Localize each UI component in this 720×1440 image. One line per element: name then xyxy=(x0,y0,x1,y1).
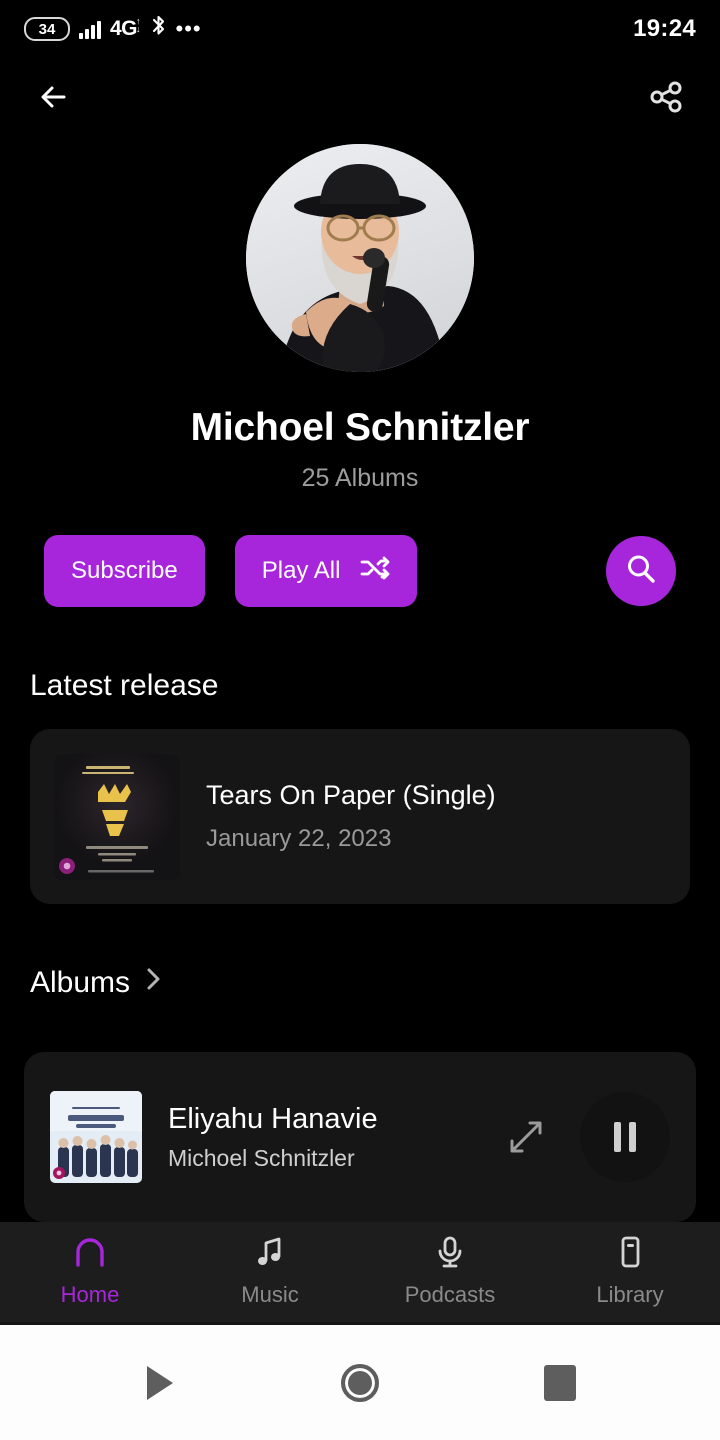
search-icon xyxy=(624,552,658,591)
signal-bars-icon xyxy=(79,19,101,39)
nav-item-podcasts[interactable]: Podcasts xyxy=(360,1236,540,1308)
nav-label-home: Home xyxy=(60,1282,120,1307)
search-button[interactable] xyxy=(606,536,676,606)
latest-release-heading: Latest release xyxy=(0,669,720,703)
nav-label-music: Music xyxy=(241,1282,299,1307)
subscribe-button[interactable]: Subscribe xyxy=(44,535,205,607)
latest-release-info: Tears On Paper (Single) January 22, 2023 xyxy=(206,780,496,853)
latest-release-cover xyxy=(54,753,180,880)
top-bar xyxy=(0,58,720,136)
nav-item-music[interactable]: Music xyxy=(180,1236,360,1308)
status-bar: 34 4G ↑ ↓ ••• 19:24 xyxy=(0,0,720,58)
nav-label-library: Library xyxy=(596,1282,664,1307)
more-dots-icon: ••• xyxy=(175,16,202,41)
back-arrow-icon[interactable] xyxy=(30,73,78,121)
mini-player-track-title: Eliyahu Hanavie xyxy=(168,1102,378,1135)
android-back-icon[interactable] xyxy=(130,1353,190,1413)
artist-photo xyxy=(280,164,446,372)
android-navigation-bar xyxy=(0,1322,720,1440)
albums-label: Albums xyxy=(30,966,131,999)
latest-release-title: Tears On Paper (Single) xyxy=(206,780,496,810)
status-bar-clock: 19:24 xyxy=(633,15,696,42)
latest-release-card[interactable]: Tears On Paper (Single) January 22, 2023 xyxy=(30,729,690,904)
page-title: Michoel Schnitzler xyxy=(190,406,530,449)
mini-player[interactable]: Eliyahu Hanavie Michoel Schnitzler xyxy=(24,1052,696,1222)
network-type-label: 4G xyxy=(110,17,138,40)
artist-header: Michoel Schnitzler 25 Albums xyxy=(0,136,720,493)
android-recents-icon[interactable] xyxy=(530,1353,590,1413)
battery-indicator: 34 xyxy=(24,17,70,41)
bottom-nav: Home Music Podcasts Library xyxy=(0,1222,720,1322)
library-book-icon xyxy=(613,1236,647,1273)
chevron-right-icon xyxy=(144,966,164,1000)
data-arrows-icon: ↑ ↓ xyxy=(136,16,141,34)
albums-heading[interactable]: Albums xyxy=(0,966,720,1000)
latest-release-date: January 22, 2023 xyxy=(206,825,392,852)
status-bar-left: 34 4G ↑ ↓ ••• xyxy=(24,15,633,43)
album-count-label: 25 Albums xyxy=(301,464,419,492)
nav-item-library[interactable]: Library xyxy=(540,1236,720,1308)
music-note-icon xyxy=(253,1236,287,1273)
phone-screen: 34 4G ↑ ↓ ••• 19:24 Michoel Schnitzler 2… xyxy=(0,0,720,1440)
home-icon xyxy=(73,1236,107,1273)
microphone-icon xyxy=(433,1236,467,1273)
pause-button[interactable] xyxy=(580,1092,670,1182)
mini-player-info: Eliyahu Hanavie Michoel Schnitzler xyxy=(168,1103,472,1172)
mini-player-container: Eliyahu Hanavie Michoel Schnitzler xyxy=(0,1052,720,1222)
pause-icon xyxy=(614,1122,636,1152)
play-all-button[interactable]: Play All xyxy=(234,535,418,607)
action-row: Subscribe Play All xyxy=(0,535,720,607)
shuffle-icon xyxy=(360,556,390,587)
android-home-icon[interactable] xyxy=(330,1353,390,1413)
avatar xyxy=(246,144,474,372)
nav-item-home[interactable]: Home xyxy=(0,1236,180,1308)
expand-arrows-icon[interactable] xyxy=(498,1109,554,1165)
mini-player-track-artist: Michoel Schnitzler xyxy=(168,1144,355,1171)
play-all-label: Play All xyxy=(261,557,341,584)
latest-release-label: Latest release xyxy=(30,669,219,702)
share-icon[interactable] xyxy=(642,73,690,121)
mini-player-cover xyxy=(50,1091,142,1183)
bluetooth-icon xyxy=(150,15,167,43)
nav-label-podcasts: Podcasts xyxy=(404,1282,496,1307)
